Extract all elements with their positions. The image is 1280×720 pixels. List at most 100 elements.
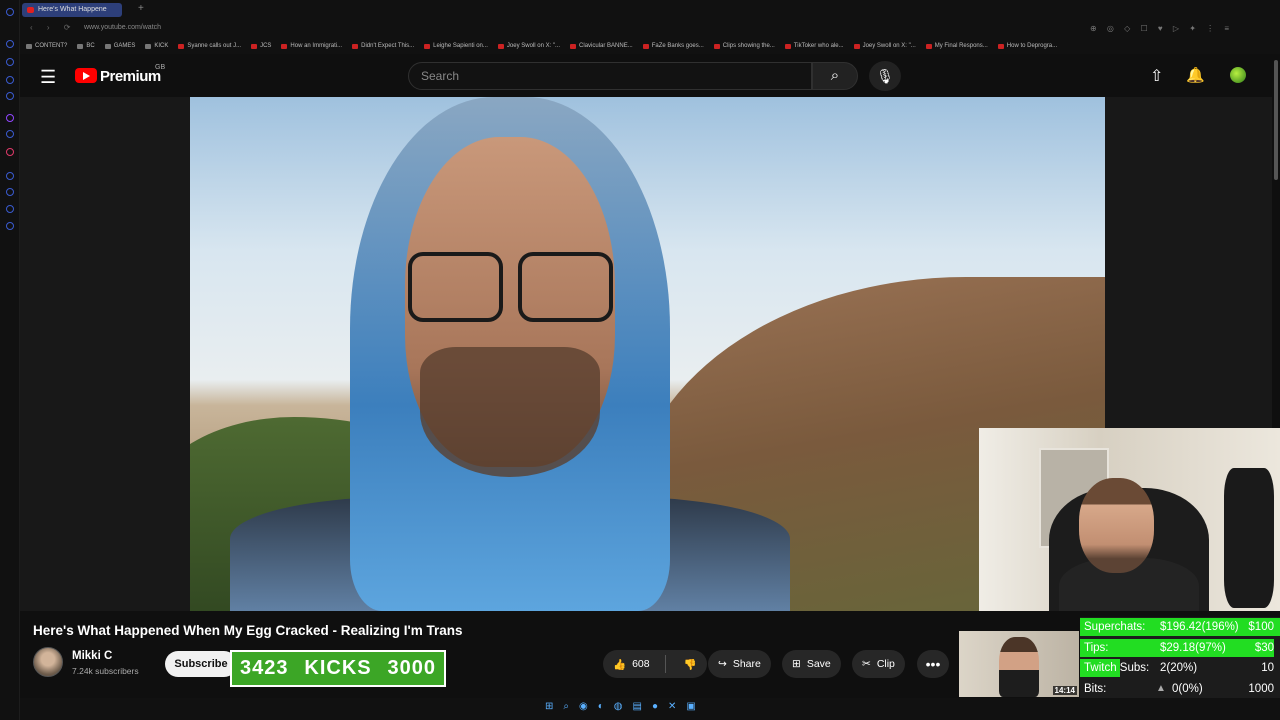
folder-icon xyxy=(77,43,84,49)
bookmark-item[interactable]: GAMES xyxy=(104,43,135,49)
sidebar-icon[interactable] xyxy=(6,40,14,48)
twitch-icon[interactable] xyxy=(6,114,14,122)
dislike-icon[interactable]: 👎 xyxy=(684,658,697,671)
extension-icons[interactable]: ⊕ ◎ ◇ ☐ ♥ ▷ ✦ ⋮ ≡ xyxy=(1090,24,1233,33)
bookmark-label: How an Immigrati... xyxy=(290,43,343,49)
bookmark-favicon-icon xyxy=(713,43,720,49)
more-icon[interactable]: ••• xyxy=(917,650,949,678)
bookmark-item[interactable]: How an Immigrati... xyxy=(281,43,342,49)
bookmark-item[interactable]: Clavicular BANNE... xyxy=(570,43,633,49)
mic-icon[interactable]: 🎙 xyxy=(869,61,901,91)
sidebar-icon[interactable] xyxy=(6,92,14,100)
taskbar-app-icon[interactable]: ▣ xyxy=(686,701,695,712)
bookmark-item[interactable]: Leighe Sapienti on... xyxy=(424,43,488,49)
bookmark-favicon-icon xyxy=(784,43,791,49)
logo-text[interactable]: Premium xyxy=(100,68,161,85)
video-glasses-right xyxy=(518,252,613,322)
taskbar-app-icon[interactable]: ⌕ xyxy=(563,701,569,712)
menu-icon[interactable]: ☰ xyxy=(40,67,56,88)
bookmark-label: Syanne calls out J... xyxy=(187,43,242,49)
tab-title: Here's What Happene xyxy=(38,6,107,13)
sidebar-icon[interactable] xyxy=(6,188,14,196)
kicks-label: KICKS xyxy=(304,657,372,679)
folder-icon xyxy=(26,43,32,49)
bookmark-label: My Final Respons... xyxy=(934,43,988,49)
instagram-icon[interactable] xyxy=(6,148,14,156)
sidebar-icon[interactable] xyxy=(6,58,14,66)
sidebar-icon[interactable] xyxy=(6,8,14,16)
goal-row: Tips: $29.18(97%) $30 xyxy=(1080,638,1280,658)
address-bar[interactable]: www.youtube.com/watch xyxy=(84,24,161,31)
save-icon: ⊞ xyxy=(792,658,801,670)
share-label: Share xyxy=(732,658,761,670)
bookmark-item[interactable]: FaZe Banks goes... xyxy=(642,43,704,49)
upload-icon[interactable]: ⇧ xyxy=(1150,66,1163,86)
settings-icon[interactable] xyxy=(6,222,14,230)
like-button[interactable]: 👍 608 xyxy=(613,658,650,671)
taskbar-app-icon[interactable]: ⊞ xyxy=(545,701,553,712)
bookmark-label: Leighe Sapienti on... xyxy=(433,43,488,49)
sidebar-icon[interactable] xyxy=(6,130,14,138)
bookmark-label: Didn't Expect This... xyxy=(361,43,415,49)
bell-icon[interactable]: 🔔 xyxy=(1186,66,1205,84)
bookmark-item[interactable]: JCS xyxy=(251,43,271,49)
sidebar-icon[interactable] xyxy=(6,76,14,84)
search-input[interactable]: Search xyxy=(408,62,812,90)
taskbar-app-icon[interactable]: ▤ xyxy=(633,701,642,712)
save-label: Save xyxy=(806,658,831,670)
bookmark-favicon-icon xyxy=(424,43,431,49)
taskbar-app-icon[interactable]: ✕ xyxy=(668,701,676,712)
bookmark-item[interactable]: How to Deprogra... xyxy=(997,43,1058,49)
folder-icon xyxy=(104,43,111,49)
goal-label: Bits: xyxy=(1084,682,1107,695)
bookmark-item[interactable]: Syanne calls out J... xyxy=(178,43,241,49)
bookmark-item[interactable]: TikToker who ale... xyxy=(784,43,844,49)
bookmark-item[interactable]: My Final Respons... xyxy=(925,43,988,49)
bookmark-item[interactable]: KICK xyxy=(145,43,168,49)
sidebar-icon[interactable] xyxy=(6,205,14,213)
bookmark-favicon-icon xyxy=(853,43,860,49)
next-video-thumbnail[interactable]: 14:14 xyxy=(959,631,1079,697)
goal-value: 0(0%) xyxy=(1172,682,1203,695)
webcam-coat xyxy=(1224,468,1274,608)
bookmarks-bar: CONTENT? BC GAMES KICK Syanne calls out J...… xyxy=(20,38,1280,54)
bookmark-item[interactable]: BC xyxy=(77,43,95,49)
bookmark-item[interactable]: CONTENT? xyxy=(26,43,67,49)
subscribe-button[interactable]: Subscribe xyxy=(165,651,237,677)
thumbnail-person xyxy=(999,637,1039,697)
play-icon xyxy=(83,72,90,80)
video-beard xyxy=(420,347,600,477)
goal-target: $100 xyxy=(1248,621,1274,633)
taskbar-app-icon[interactable]: ◐ xyxy=(598,701,604,712)
bookmark-favicon-icon xyxy=(497,43,504,49)
bookmark-label: CONTENT? xyxy=(35,43,68,49)
sidebar-icon[interactable] xyxy=(6,172,14,180)
taskbar-app-icon[interactable]: ● xyxy=(652,701,658,712)
bookmark-item[interactable]: Joey Swoll on X: "... xyxy=(853,43,916,49)
clip-button[interactable]: ✂ Clip xyxy=(852,650,905,678)
bookmark-label: How to Deprogra... xyxy=(1006,43,1058,49)
bookmark-favicon-icon xyxy=(642,43,649,49)
channel-avatar[interactable] xyxy=(33,647,63,677)
taskbar-app-icon[interactable]: ◍ xyxy=(614,701,623,712)
webcam-overlay xyxy=(979,428,1280,611)
taskbar-app-icon[interactable]: ◉ xyxy=(579,701,588,712)
share-button[interactable]: ↪ Share xyxy=(708,650,771,678)
search-icon[interactable]: ⌕ xyxy=(812,62,858,90)
bookmark-label: Joey Swoll on X: "... xyxy=(506,43,561,49)
goal-row: Bits: 0(0%) 1000 ▲ xyxy=(1080,679,1280,699)
account-avatar[interactable] xyxy=(1230,67,1246,83)
bookmark-favicon-icon xyxy=(352,43,359,49)
browser-tab[interactable]: Here's What Happene xyxy=(22,3,122,17)
youtube-favicon-icon xyxy=(27,7,34,13)
video-player[interactable] xyxy=(190,97,1105,611)
save-button[interactable]: ⊞ Save xyxy=(782,650,841,678)
channel-name[interactable]: Mikki C xyxy=(72,650,112,662)
like-dislike-pill: 👍 608 👎 xyxy=(603,650,707,678)
scrollbar[interactable] xyxy=(1274,60,1278,180)
nav-buttons[interactable]: ‹ › ⟳ xyxy=(30,23,76,32)
bookmark-item[interactable]: Joey Swoll on X: "... xyxy=(497,43,561,49)
bookmark-item[interactable]: Clips showing the... xyxy=(713,43,775,49)
bookmark-item[interactable]: Didn't Expect This... xyxy=(352,43,414,49)
new-tab-button[interactable]: + xyxy=(138,3,144,14)
